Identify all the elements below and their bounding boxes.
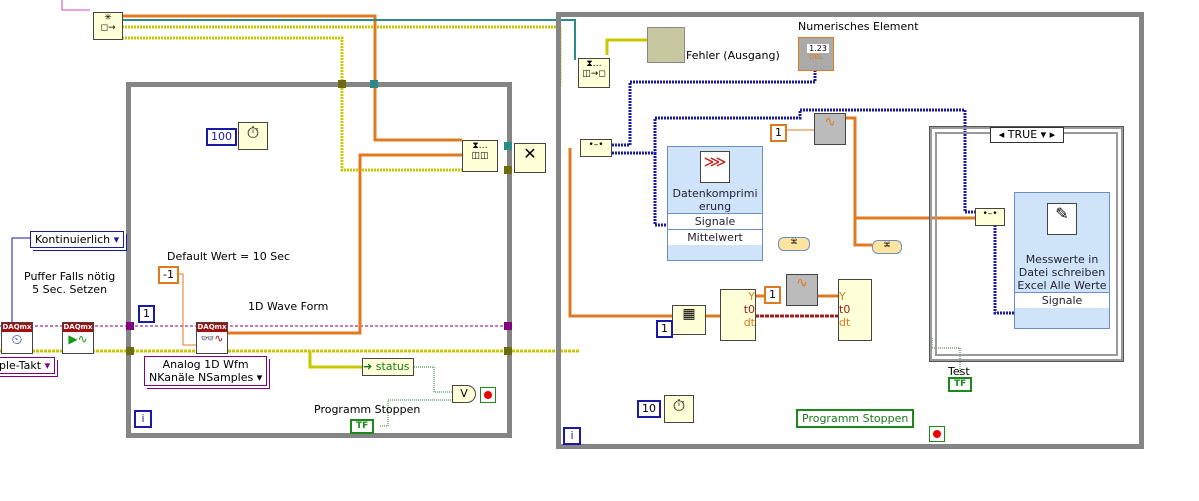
stop-terminal-left — [480, 387, 496, 403]
unbundle-node: ⧗… ◫◫ — [462, 140, 498, 172]
numeric-element-label: Numerisches Element — [798, 20, 919, 33]
wait-constant-right[interactable]: 10 — [637, 400, 661, 418]
status-label: status — [375, 360, 410, 373]
samples-constant[interactable]: -1 — [158, 266, 179, 284]
timing-ring[interactable]: ple-Takt ▾ — [0, 357, 56, 374]
timing-value: ple-Takt — [0, 359, 42, 372]
dt-terminal: dt — [839, 316, 851, 329]
top-pink-wire — [61, 0, 90, 11]
tunnel — [370, 80, 378, 88]
compress-title-2: erung — [698, 200, 732, 213]
stop-label-left: Programm Stoppen — [314, 403, 421, 416]
gain-constant-top[interactable]: 1 — [770, 124, 787, 142]
error-out-label: Fehler (Ausgang) — [686, 49, 780, 62]
buffer-note: Puffer Falls nötig 5 Sec. Setzen — [24, 270, 115, 296]
split-signals-node: •–• — [580, 139, 612, 157]
unbundle-node-right: ⧗… ◫→◻ — [578, 58, 610, 88]
stop-terminal-right — [929, 426, 945, 442]
tunnel — [504, 322, 512, 330]
tunnel — [126, 347, 134, 355]
convert-to-dynamic-icon: ⌘ — [778, 237, 810, 251]
build-waveform: Yt0 dt — [838, 279, 872, 341]
read-mode-line1: Analog 1D Wfm — [162, 358, 249, 371]
write-measurement-file-express-vi[interactable]: ✎ Messwerte in Datei schreiben Excel All… — [1014, 192, 1110, 329]
default-value-label: Default Wert = 10 Sec — [167, 250, 291, 263]
write-input-signals[interactable]: Signale — [1015, 292, 1109, 308]
daqmx-read-node: DAQmx 👓∿ — [196, 322, 228, 354]
or-gate-icon: V — [452, 385, 476, 403]
stop-right-control[interactable]: Programm Stoppen — [796, 409, 915, 428]
scale-waveform-bottom: ∿ — [786, 274, 818, 306]
gain-constant-bottom[interactable]: 1 — [764, 286, 781, 304]
write-title-3: Excel Alle Werte — [1017, 279, 1107, 292]
tunnel — [504, 347, 512, 355]
read-mode-ring[interactable]: Analog 1D Wfm NKanäle NSamples ▾ — [144, 356, 268, 386]
split-signals-node-case: •–• — [975, 208, 1005, 226]
bundle-node-top: ✳ ◻→ — [93, 12, 123, 40]
index-constant-left[interactable]: 1 — [138, 305, 155, 323]
numeric-type: DBL — [808, 53, 824, 61]
convert-from-dynamic-icon: ⌘ — [872, 240, 902, 254]
read-mode-line2: NKanäle NSamples — [149, 371, 254, 384]
write-title-2: Datei schreiben — [1018, 266, 1106, 279]
stop-button-left[interactable]: TF — [350, 419, 375, 434]
get-waveform-components: Yt0 dt — [720, 289, 756, 341]
compress-title-1: Datenkomprimi — [672, 187, 758, 200]
numeric-indicator: 1.23 DBL — [798, 37, 834, 71]
wait-icon: ⏱ — [238, 122, 268, 150]
daqmx-timing-node: DAQmx ⏲ — [1, 322, 33, 354]
buffer-note-line1: Puffer Falls nötig — [24, 270, 116, 283]
numeric-value: 1.23 — [807, 44, 829, 53]
data-compression-express-vi[interactable]: ⋙ Datenkomprimi erung Signale Mittelwert — [667, 146, 763, 261]
scale-waveform-top: ∿ — [814, 113, 846, 145]
stop-right-label: Programm Stoppen — [802, 412, 909, 425]
wait-icon-right: ⏱ — [664, 395, 694, 423]
tunnel — [126, 322, 134, 330]
close-task-node: ✕ — [514, 143, 546, 173]
daqmx-start-node: DAQmx ▶∿ — [62, 322, 94, 354]
sample-mode-ring[interactable]: Kontinuierlich ▾ — [30, 231, 125, 248]
tunnel — [504, 166, 512, 174]
error-cluster-indicator — [647, 27, 685, 63]
y-terminal: Y — [748, 290, 755, 303]
iteration-terminal-left: i — [134, 410, 152, 428]
wait-ms-constant[interactable]: 100 — [206, 128, 237, 146]
compress-output-mean[interactable]: Mittelwert — [668, 229, 762, 245]
labview-block-diagram: ✳ ◻→ 100 ⏱ ⧗… ◫◫ ✕ Kontinuierlich ▾ Puffer… — [0, 0, 1199, 501]
status-unbundle: ➜ status — [362, 358, 414, 376]
write-title-1: Messwerte in — [1025, 253, 1099, 266]
t0-terminal: t0 — [839, 303, 851, 316]
y-terminal: Y — [839, 290, 846, 303]
build-array-node: ▦ — [672, 305, 706, 335]
case-selector[interactable]: ◂ TRUE ▾ ▸ — [990, 127, 1064, 143]
index-constant-right[interactable]: 1 — [656, 320, 673, 338]
buffer-note-line2: 5 Sec. Setzen — [32, 283, 108, 296]
wave-form-label: 1D Wave Form — [248, 300, 329, 313]
dt-terminal: dt — [743, 316, 755, 329]
case-selector-value: TRUE — [1007, 128, 1038, 141]
tunnel — [338, 80, 346, 88]
iteration-terminal-right: i — [563, 427, 581, 445]
tunnel — [504, 142, 512, 150]
sample-mode-value: Kontinuierlich — [35, 233, 111, 246]
test-button[interactable]: TF — [948, 377, 973, 392]
compress-input-signals[interactable]: Signale — [668, 213, 762, 229]
t0-terminal: t0 — [743, 303, 755, 316]
